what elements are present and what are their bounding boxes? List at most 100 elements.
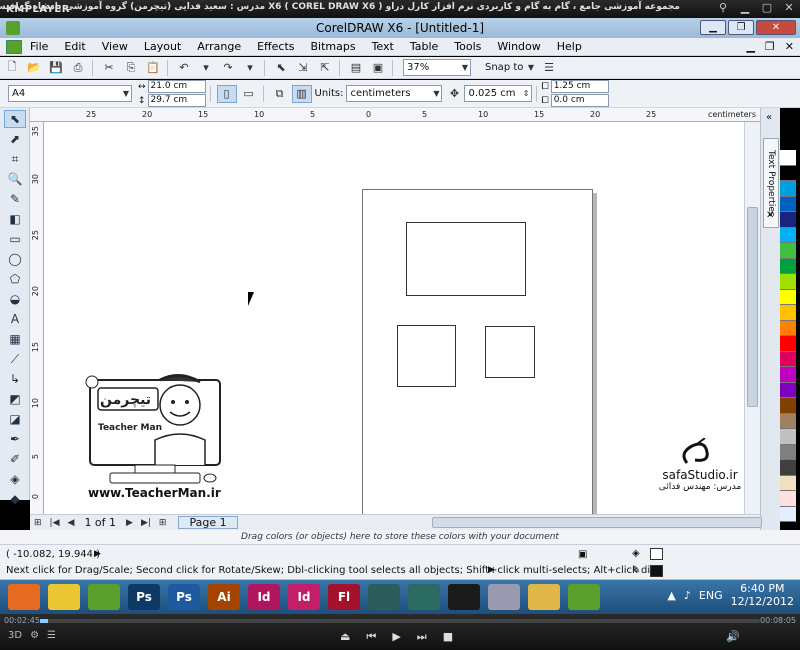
page-tab[interactable]: Page 1: [178, 516, 238, 529]
color-swatch[interactable]: [780, 289, 796, 305]
import-icon[interactable]: ⇲: [293, 59, 313, 77]
color-swatch[interactable]: [780, 305, 796, 321]
language-indicator[interactable]: ENG: [699, 589, 723, 602]
save-icon[interactable]: 💾: [46, 59, 66, 77]
window-restore-button[interactable]: ❐: [728, 20, 754, 35]
page-width-input[interactable]: 21.0 cm: [147, 80, 206, 93]
pin-icon[interactable]: ⚲: [716, 1, 730, 15]
duplicate-x-input[interactable]: 1.25 cm: [550, 80, 609, 93]
horizontal-ruler[interactable]: 25 20 15 10 5 0 5 10 15 20 25 centimeter…: [30, 108, 760, 122]
current-page-icon[interactable]: ▥: [291, 84, 312, 103]
previous-icon[interactable]: ⏮: [366, 630, 376, 644]
crop-tool-icon[interactable]: ⌗: [4, 150, 26, 168]
taskbar-app-icon[interactable]: Id: [248, 584, 280, 610]
docker-close-icon[interactable]: ✕: [766, 210, 774, 221]
color-swatch[interactable]: [780, 413, 796, 429]
menu-layout[interactable]: Layout: [136, 40, 189, 53]
window-minimize-button[interactable]: ▁: [700, 20, 726, 35]
clock[interactable]: 6:40 PM 12/12/2012: [731, 582, 794, 608]
taskbar-app-icon[interactable]: [408, 584, 440, 610]
open-icon[interactable]: 📂: [24, 59, 44, 77]
blend-tool-icon[interactable]: ◩: [4, 390, 26, 408]
color-swatch[interactable]: [780, 367, 796, 383]
transparency-tool-icon[interactable]: ◪: [4, 410, 26, 428]
status-hint-expand-icon[interactable]: ▶: [488, 565, 495, 575]
doc-minimize-icon[interactable]: ▁: [746, 40, 754, 53]
color-swatch[interactable]: [780, 212, 796, 228]
redo-dropdown-icon[interactable]: ▾: [240, 59, 260, 77]
taskbar-app-icon[interactable]: Ai: [208, 584, 240, 610]
basic-shapes-tool-icon[interactable]: ◒: [4, 290, 26, 308]
maximize-icon[interactable]: ▢: [760, 1, 774, 15]
playlist-icon[interactable]: ☰: [47, 630, 56, 641]
color-swatch[interactable]: [780, 150, 796, 166]
document-icon[interactable]: [6, 39, 22, 54]
taskbar-app-icon[interactable]: [568, 584, 600, 610]
horizontal-scrollbar[interactable]: [432, 517, 762, 528]
color-swatch[interactable]: [780, 181, 796, 197]
menu-tools[interactable]: Tools: [446, 40, 489, 53]
paper-size-select[interactable]: A4 ▼: [8, 85, 132, 102]
add-page-icon[interactable]: ⊞: [159, 518, 167, 528]
color-swatch[interactable]: [780, 444, 796, 460]
tray-arrow-icon[interactable]: ▲: [667, 589, 675, 602]
square-shape[interactable]: [397, 325, 456, 387]
taskbar-app-icon[interactable]: Ps: [168, 584, 200, 610]
zoom-tool-icon[interactable]: 🔍: [4, 170, 26, 188]
minimize-icon[interactable]: ▁: [738, 1, 752, 15]
page-nav-icon[interactable]: ⊞: [34, 518, 42, 528]
next-icon[interactable]: ⏭: [417, 630, 427, 644]
zoom-level-select[interactable]: 37% ▼: [403, 59, 471, 76]
coreldraw-app-icon[interactable]: [6, 21, 20, 35]
application-launcher-icon[interactable]: ▤: [346, 59, 366, 77]
smart-fill-tool-icon[interactable]: ◧: [4, 210, 26, 228]
undo-icon[interactable]: ↶: [174, 59, 194, 77]
vertical-ruler[interactable]: 35 30 25 20 15 10 5 0: [30, 122, 44, 514]
menu-file[interactable]: File: [22, 40, 56, 53]
rectangle-tool-icon[interactable]: ▭: [4, 230, 26, 248]
welcome-screen-icon[interactable]: ▣: [368, 59, 388, 77]
color-swatch[interactable]: [780, 351, 796, 367]
vertical-scrollbar[interactable]: [744, 122, 760, 514]
fill-color-indicator[interactable]: [650, 548, 663, 560]
menu-view[interactable]: View: [94, 40, 136, 53]
color-swatch[interactable]: [780, 460, 796, 476]
color-swatch[interactable]: [780, 491, 796, 507]
outline-tool-icon[interactable]: ✐: [4, 450, 26, 468]
duplicate-y-input[interactable]: 0.0 cm: [550, 94, 609, 107]
color-swatch[interactable]: [780, 196, 796, 212]
menu-text[interactable]: Text: [364, 40, 402, 53]
next-page-icon[interactable]: ▶: [126, 518, 133, 528]
close-icon[interactable]: ✕: [782, 1, 796, 15]
color-swatch[interactable]: [780, 475, 796, 491]
taskbar-app-icon[interactable]: [8, 584, 40, 610]
play-icon[interactable]: ▶: [392, 630, 400, 644]
expand-status-icon[interactable]: ▶: [94, 549, 101, 559]
doc-restore-icon[interactable]: ❐: [765, 40, 775, 53]
taskbar-app-icon[interactable]: [88, 584, 120, 610]
export-icon[interactable]: ⇱: [315, 59, 335, 77]
previous-page-icon[interactable]: ◀: [68, 518, 75, 528]
paste-icon[interactable]: 📋: [143, 59, 163, 77]
undo-dropdown-icon[interactable]: ▾: [196, 59, 216, 77]
square-shape[interactable]: [485, 326, 535, 378]
menu-table[interactable]: Table: [402, 40, 446, 53]
new-document-icon[interactable]: 🗋: [2, 59, 22, 77]
color-swatch[interactable]: [780, 258, 796, 274]
volume-icon[interactable]: 🔊: [726, 630, 740, 643]
color-swatch[interactable]: [780, 398, 796, 414]
options-icon[interactable]: ☰: [539, 59, 559, 77]
portrait-icon[interactable]: ▯: [216, 84, 237, 103]
color-swatch[interactable]: [780, 336, 796, 352]
landscape-icon[interactable]: ▭: [239, 85, 259, 103]
vertical-scroll-thumb[interactable]: [747, 207, 758, 407]
taskbar-app-icon[interactable]: [528, 584, 560, 610]
table-tool-icon[interactable]: ▦: [4, 330, 26, 348]
redo-icon[interactable]: ↷: [218, 59, 238, 77]
print-icon[interactable]: ⎙: [68, 59, 88, 77]
menu-effects[interactable]: Effects: [249, 40, 302, 53]
document-palette[interactable]: Drag colors (or objects) here to store t…: [0, 530, 800, 545]
menu-arrange[interactable]: Arrange: [189, 40, 249, 53]
all-pages-icon[interactable]: ⧉: [270, 85, 290, 103]
color-swatch[interactable]: [780, 506, 796, 522]
